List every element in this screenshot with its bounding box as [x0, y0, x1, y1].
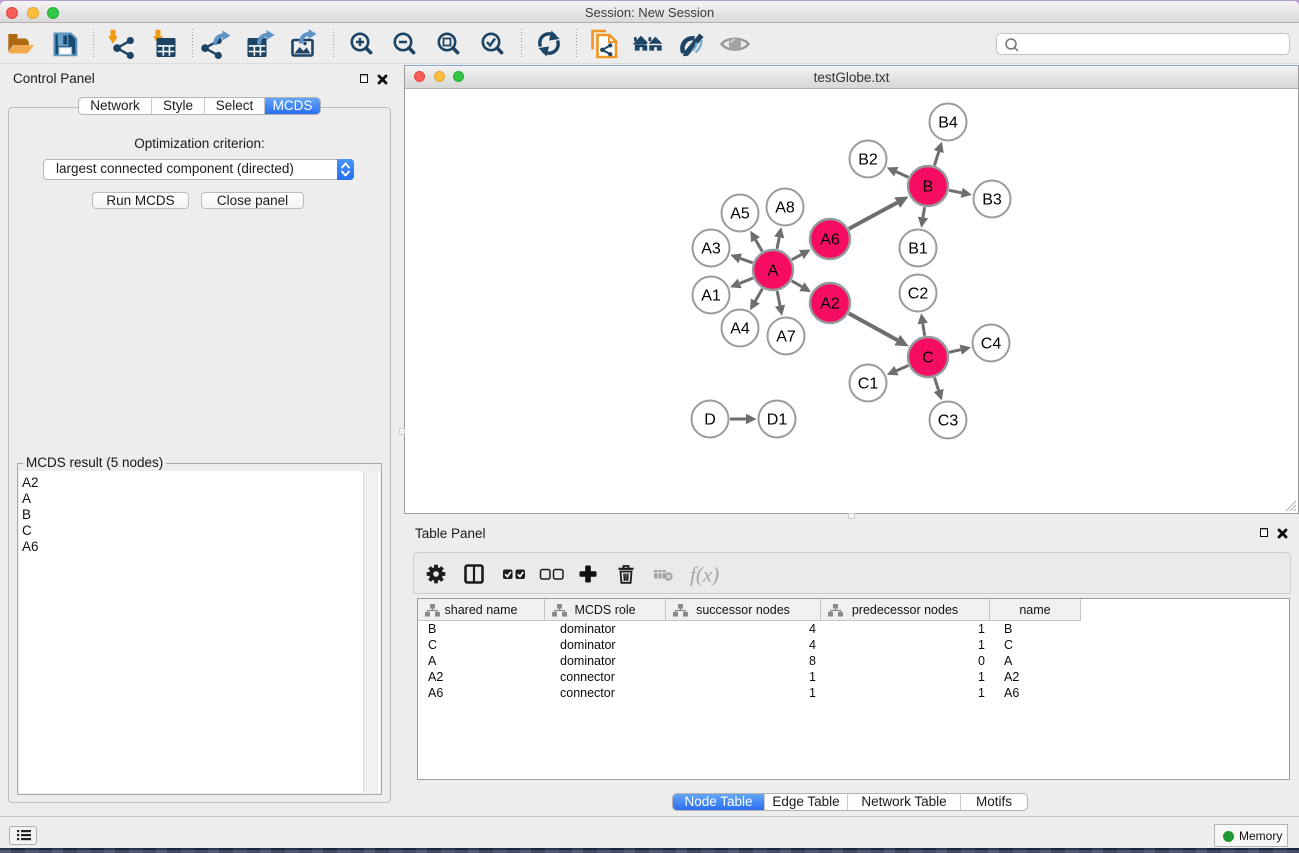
svg-text:C3: C3 [938, 413, 959, 430]
svg-text:C1: C1 [858, 376, 879, 393]
svg-text:B4: B4 [938, 115, 958, 132]
svg-text:A1: A1 [701, 288, 721, 305]
svg-text:B1: B1 [908, 241, 928, 258]
svg-text:A2: A2 [820, 296, 840, 313]
svg-text:D: D [704, 412, 716, 429]
svg-text:f(x): f(x) [690, 563, 719, 587]
svg-text:B3: B3 [982, 192, 1002, 209]
svg-text:B2: B2 [858, 152, 878, 169]
svg-text:B: B [923, 179, 934, 196]
svg-text:C4: C4 [981, 336, 1002, 353]
svg-text:A8: A8 [775, 200, 795, 217]
svg-text:A4: A4 [730, 321, 750, 338]
svg-text:C: C [922, 350, 934, 367]
svg-text:A5: A5 [730, 206, 750, 223]
svg-text:D1: D1 [767, 412, 788, 429]
svg-text:A7: A7 [776, 329, 796, 346]
svg-text:A6: A6 [820, 232, 840, 249]
svg-text:C2: C2 [908, 286, 929, 303]
svg-text:A: A [768, 263, 779, 280]
svg-text:A3: A3 [701, 241, 721, 258]
